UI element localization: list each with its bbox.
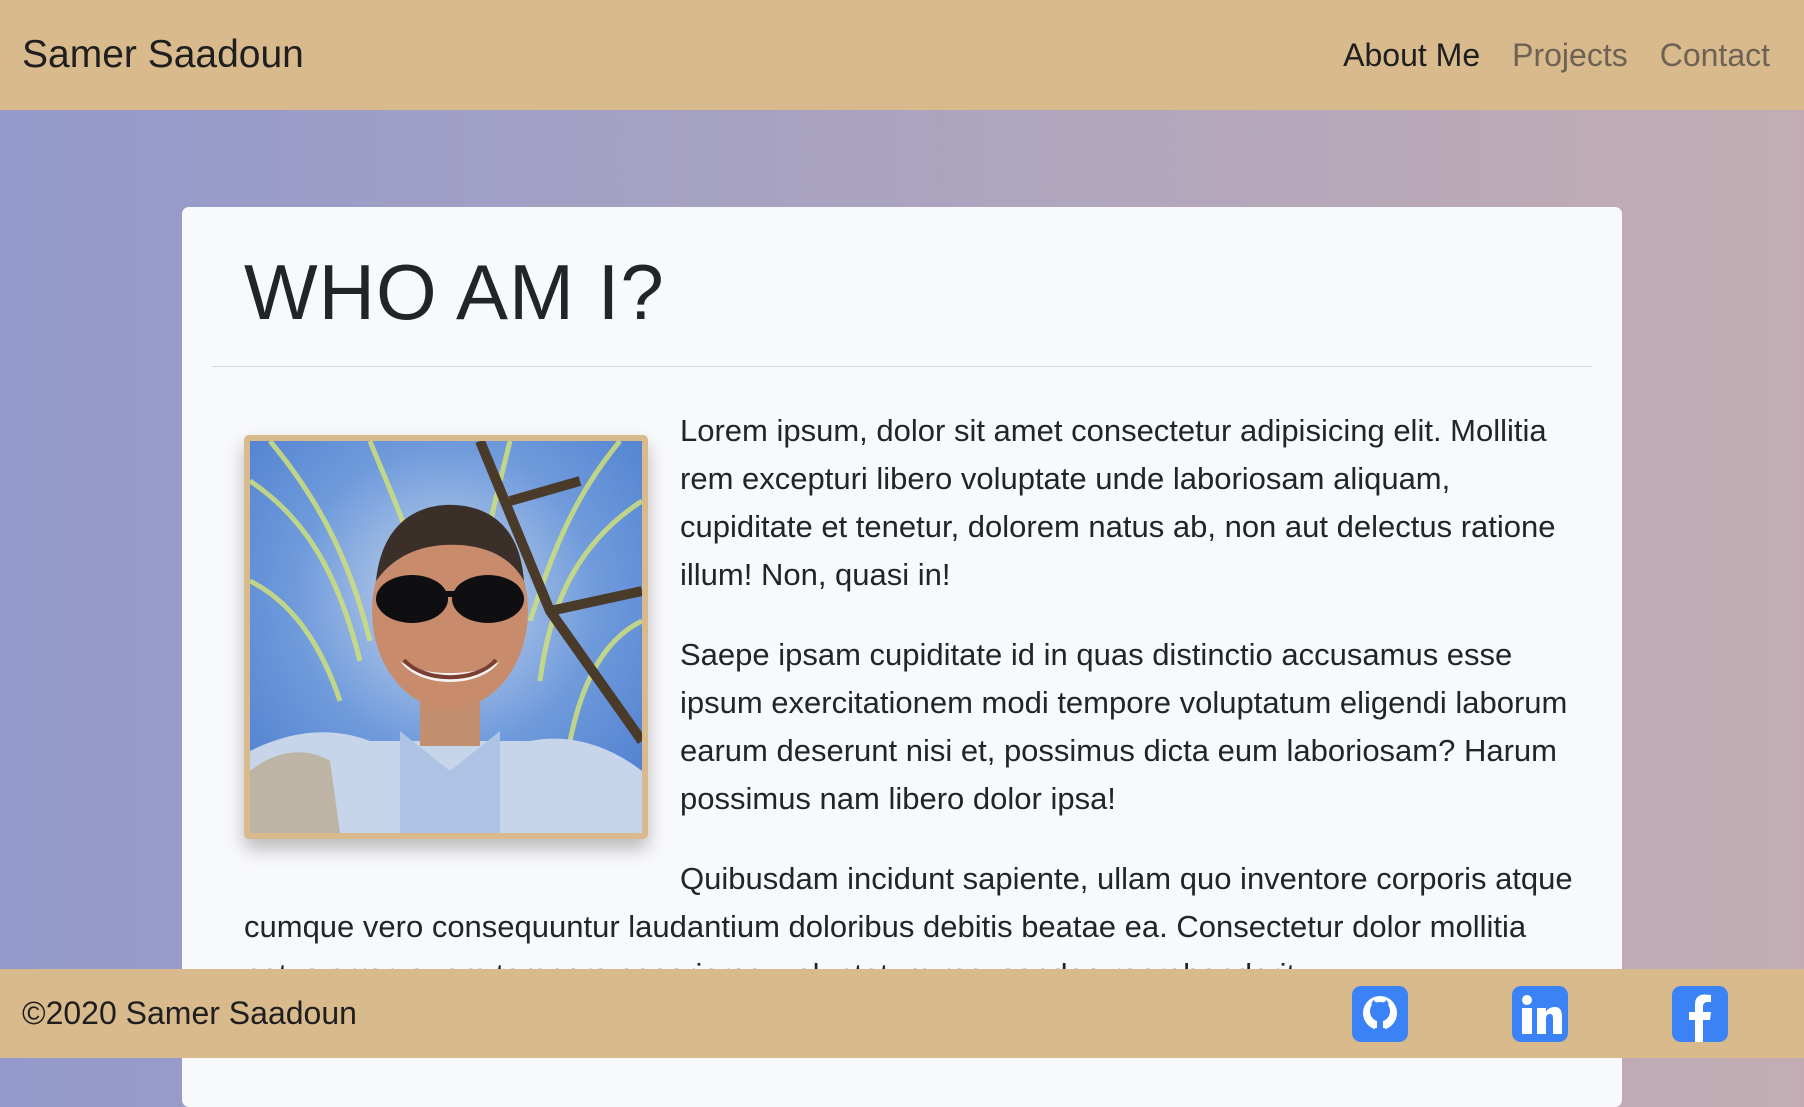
linkedin-icon — [1512, 985, 1568, 1042]
nav-links: About Me Projects Contact — [1343, 37, 1770, 74]
title-divider — [212, 366, 1592, 367]
page-title: WHO AM I? — [244, 248, 665, 336]
facebook-icon — [1672, 985, 1728, 1042]
github-link[interactable] — [1352, 985, 1408, 1042]
navbar: Samer Saadoun About Me Projects Contact — [0, 0, 1804, 110]
nav-contact[interactable]: Contact — [1660, 37, 1770, 74]
footer: ©2020 Samer Saadoun — [0, 969, 1804, 1058]
profile-photo — [244, 435, 648, 839]
github-icon — [1352, 985, 1408, 1042]
about-content: Lorem ipsum, dolor sit amet consectetur … — [244, 407, 1574, 1031]
linkedin-link[interactable] — [1512, 985, 1568, 1042]
facebook-link[interactable] — [1672, 985, 1728, 1042]
nav-about-me[interactable]: About Me — [1343, 37, 1480, 74]
nav-projects[interactable]: Projects — [1512, 37, 1628, 74]
copyright-text: ©2020 Samer Saadoun — [22, 995, 357, 1031]
social-links — [1352, 985, 1728, 1042]
brand-link[interactable]: Samer Saadoun — [22, 33, 304, 77]
profile-photo-illustration — [250, 441, 642, 833]
